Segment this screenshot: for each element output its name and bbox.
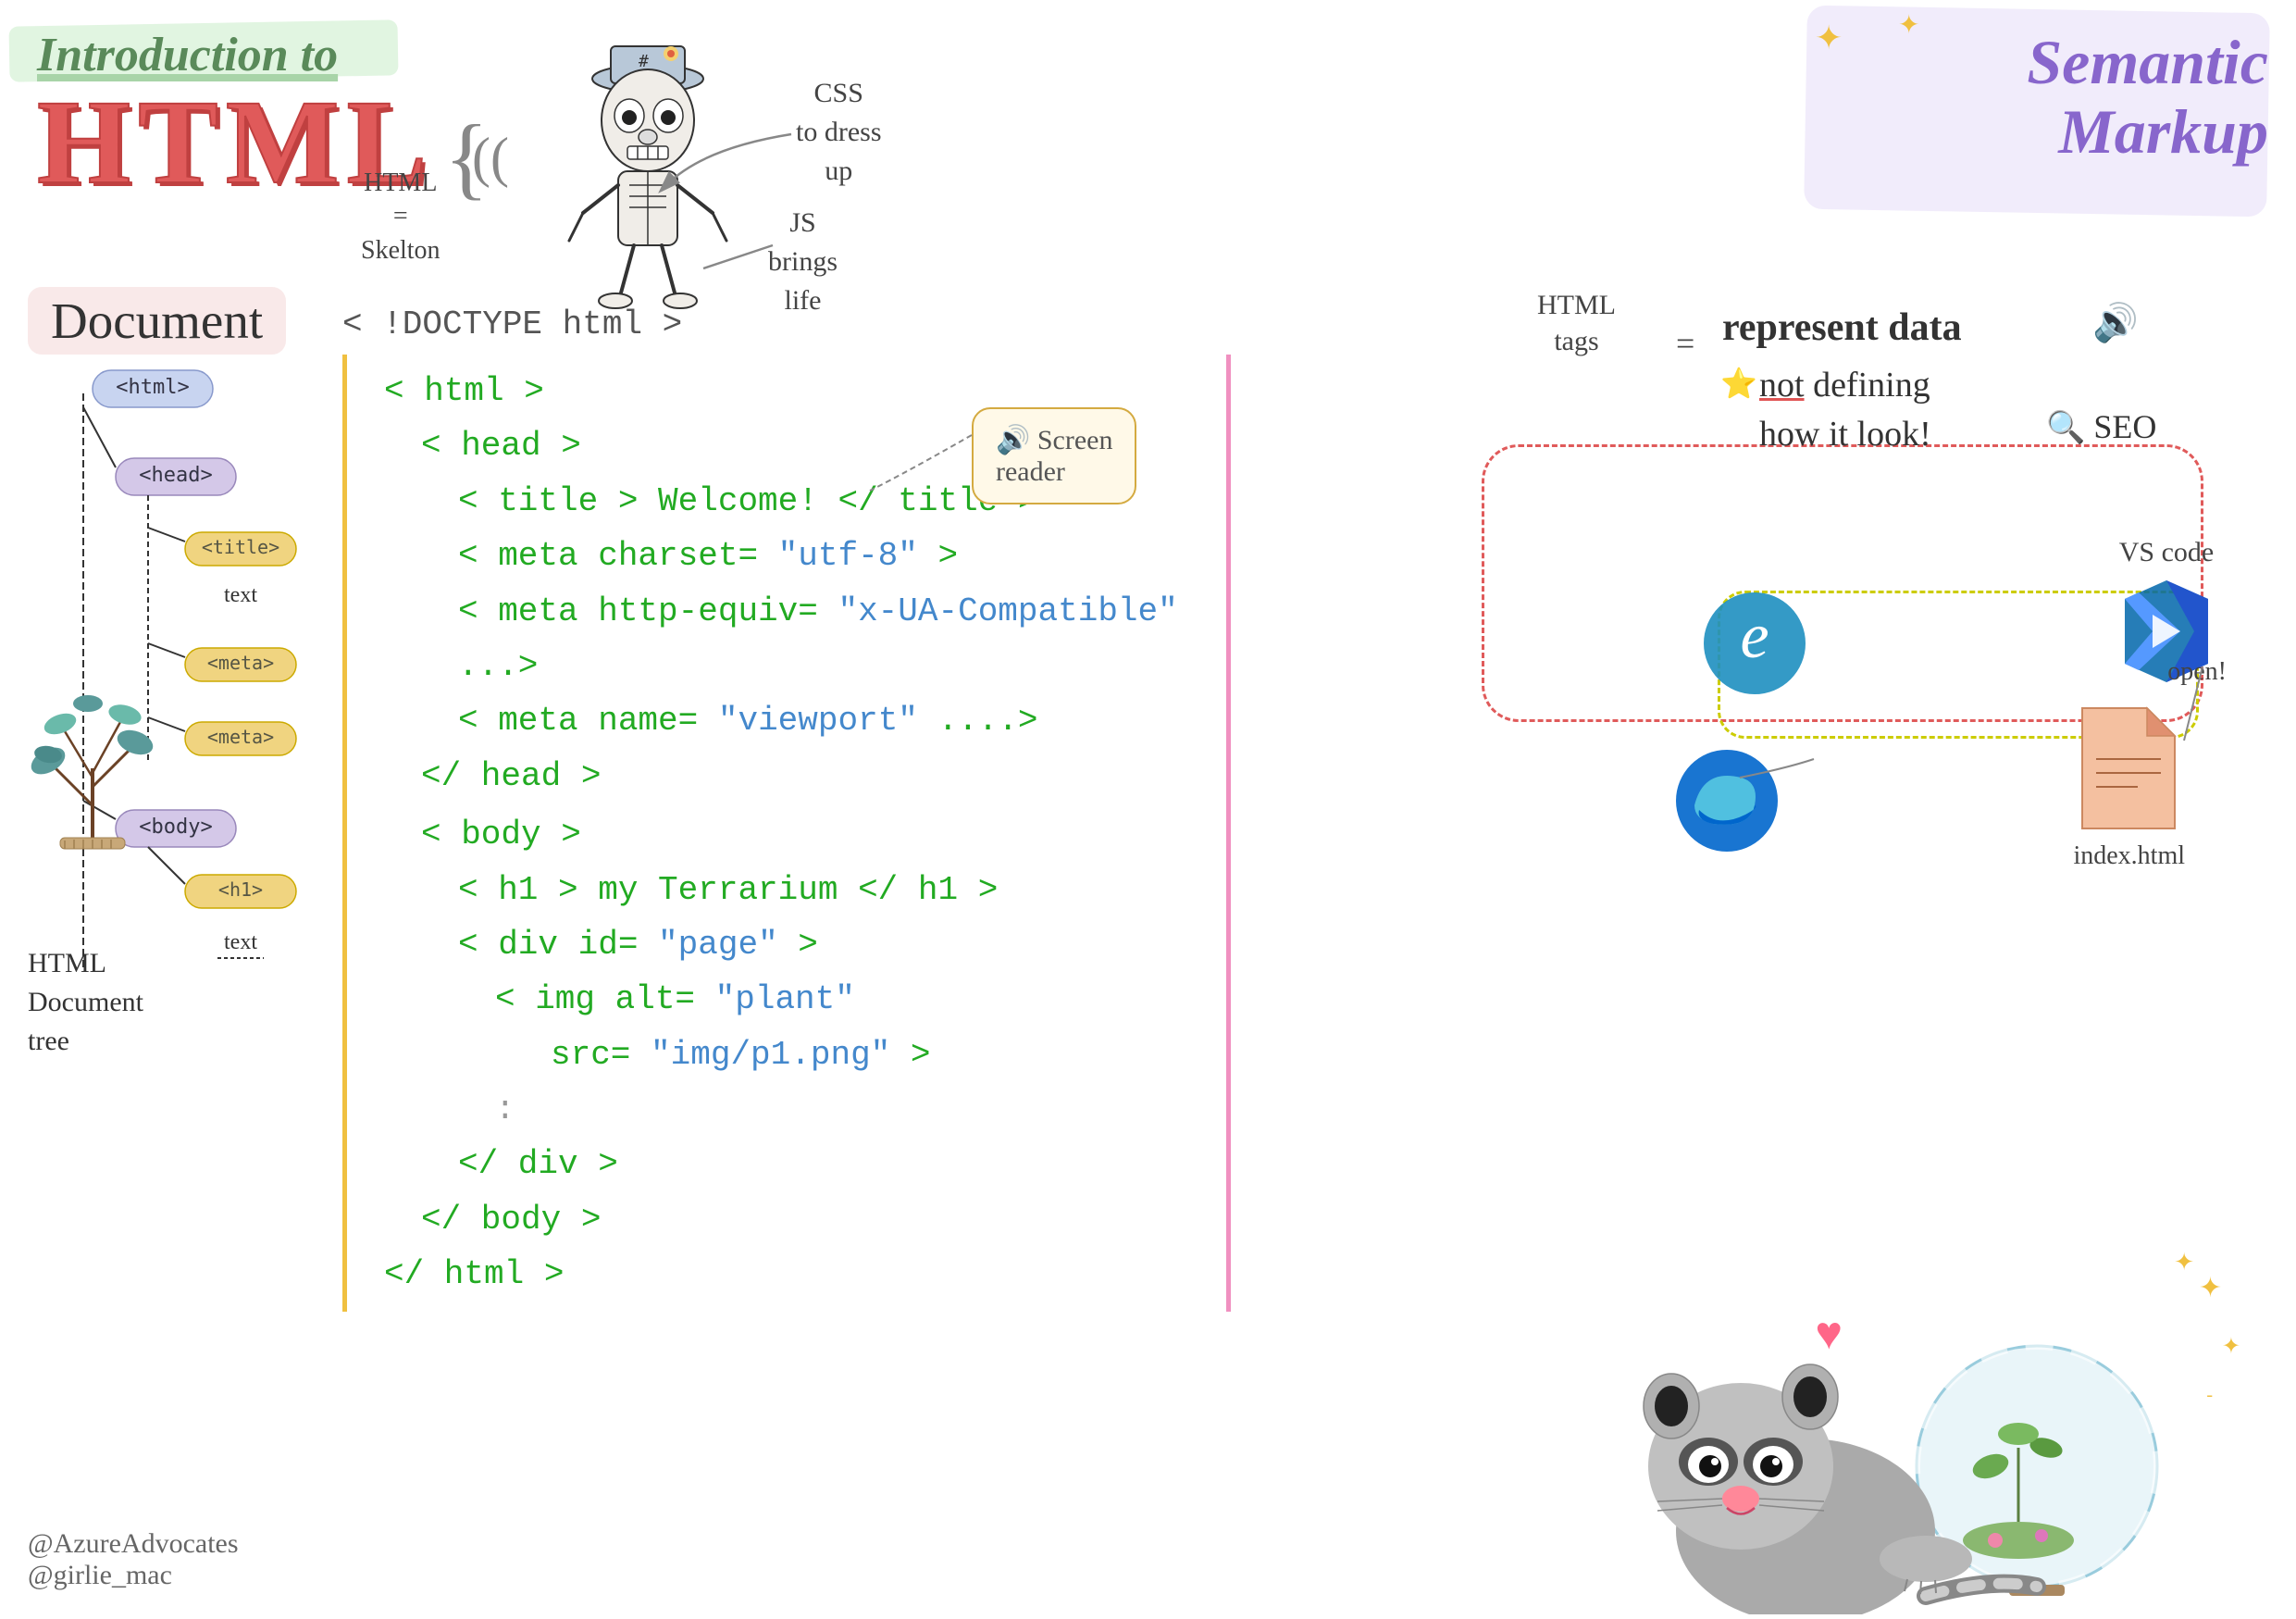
skeleton-figure: #: [518, 28, 777, 329]
svg-text:e: e: [1740, 601, 1769, 672]
edge-icon: [1667, 741, 1787, 866]
html-tags-label: HTML tags: [1537, 287, 1616, 359]
code-lines: < html > < head > < title > Welcome! </ …: [384, 364, 1208, 1302]
intro-text: Introduction to: [37, 28, 434, 82]
svg-text:<meta>: <meta>: [207, 726, 274, 748]
screen-reader-bubble: 🔊 Screen reader: [972, 407, 1136, 504]
svg-text:<head>: <head>: [139, 464, 212, 487]
equals-sign: =: [1676, 324, 1694, 363]
sparkle-icon: ✦: [1815, 19, 1843, 57]
document-label: Document: [28, 287, 286, 355]
sparkle-raccoon-4: ✦: [2174, 1249, 2194, 1277]
semantic-markup-section: ✦ ✦ Semantic Markup: [1806, 9, 2268, 167]
seo-label: 🔍 SEO: [2046, 407, 2156, 446]
html-skelton-label: HTML = Skelton: [361, 167, 441, 268]
svg-text:<title>: <title>: [202, 536, 279, 558]
sparkle-raccoon-3: -: [2206, 1385, 2213, 1406]
ie-icon: e: [1694, 583, 1815, 708]
sparkle-raccoon-1: ✦: [2199, 1272, 2222, 1304]
svg-text:<meta>: <meta>: [207, 652, 274, 674]
credit-line1: @AzureAdvocates: [28, 1528, 239, 1560]
heart-icon: ♥: [1815, 1306, 1843, 1360]
document-section: Document: [28, 287, 286, 355]
svg-text:#: #: [639, 52, 649, 71]
double-paren: ((: [472, 130, 509, 185]
speaker-icon: 🔊: [2092, 301, 2139, 344]
index-html-file: index.html: [2073, 704, 2185, 871]
svg-text:text: text: [224, 583, 257, 607]
star-icon: ⭐: [1720, 366, 1757, 401]
credit-line2: @girlie_mac: [28, 1560, 239, 1591]
semantic-title: Semantic Markup: [1806, 9, 2268, 167]
open-label: open!: [2167, 657, 2227, 687]
svg-text:<html>: <html>: [116, 376, 189, 399]
svg-text:<h1>: <h1>: [218, 878, 263, 901]
js-label: JS brings life: [768, 204, 838, 320]
html-doc-tree-label: HTML Document tree: [28, 944, 143, 1061]
sparkle-icon-2: ✦: [1898, 9, 1919, 41]
svg-text:text: text: [224, 930, 257, 954]
credits-section: @AzureAdvocates @girlie_mac: [28, 1528, 239, 1591]
css-label: CSS to dress up: [796, 74, 882, 191]
represent-data-text: represent data: [1722, 305, 1962, 350]
sparkle-raccoon-2: ✦: [2222, 1333, 2240, 1360]
raccoon-terrarium: [1528, 1263, 2176, 1619]
plant-illustration: [9, 620, 176, 856]
not-defining-text: not defining how it look!: [1759, 361, 1931, 459]
doctype-line: < !DOCTYPE html >: [342, 305, 1231, 343]
